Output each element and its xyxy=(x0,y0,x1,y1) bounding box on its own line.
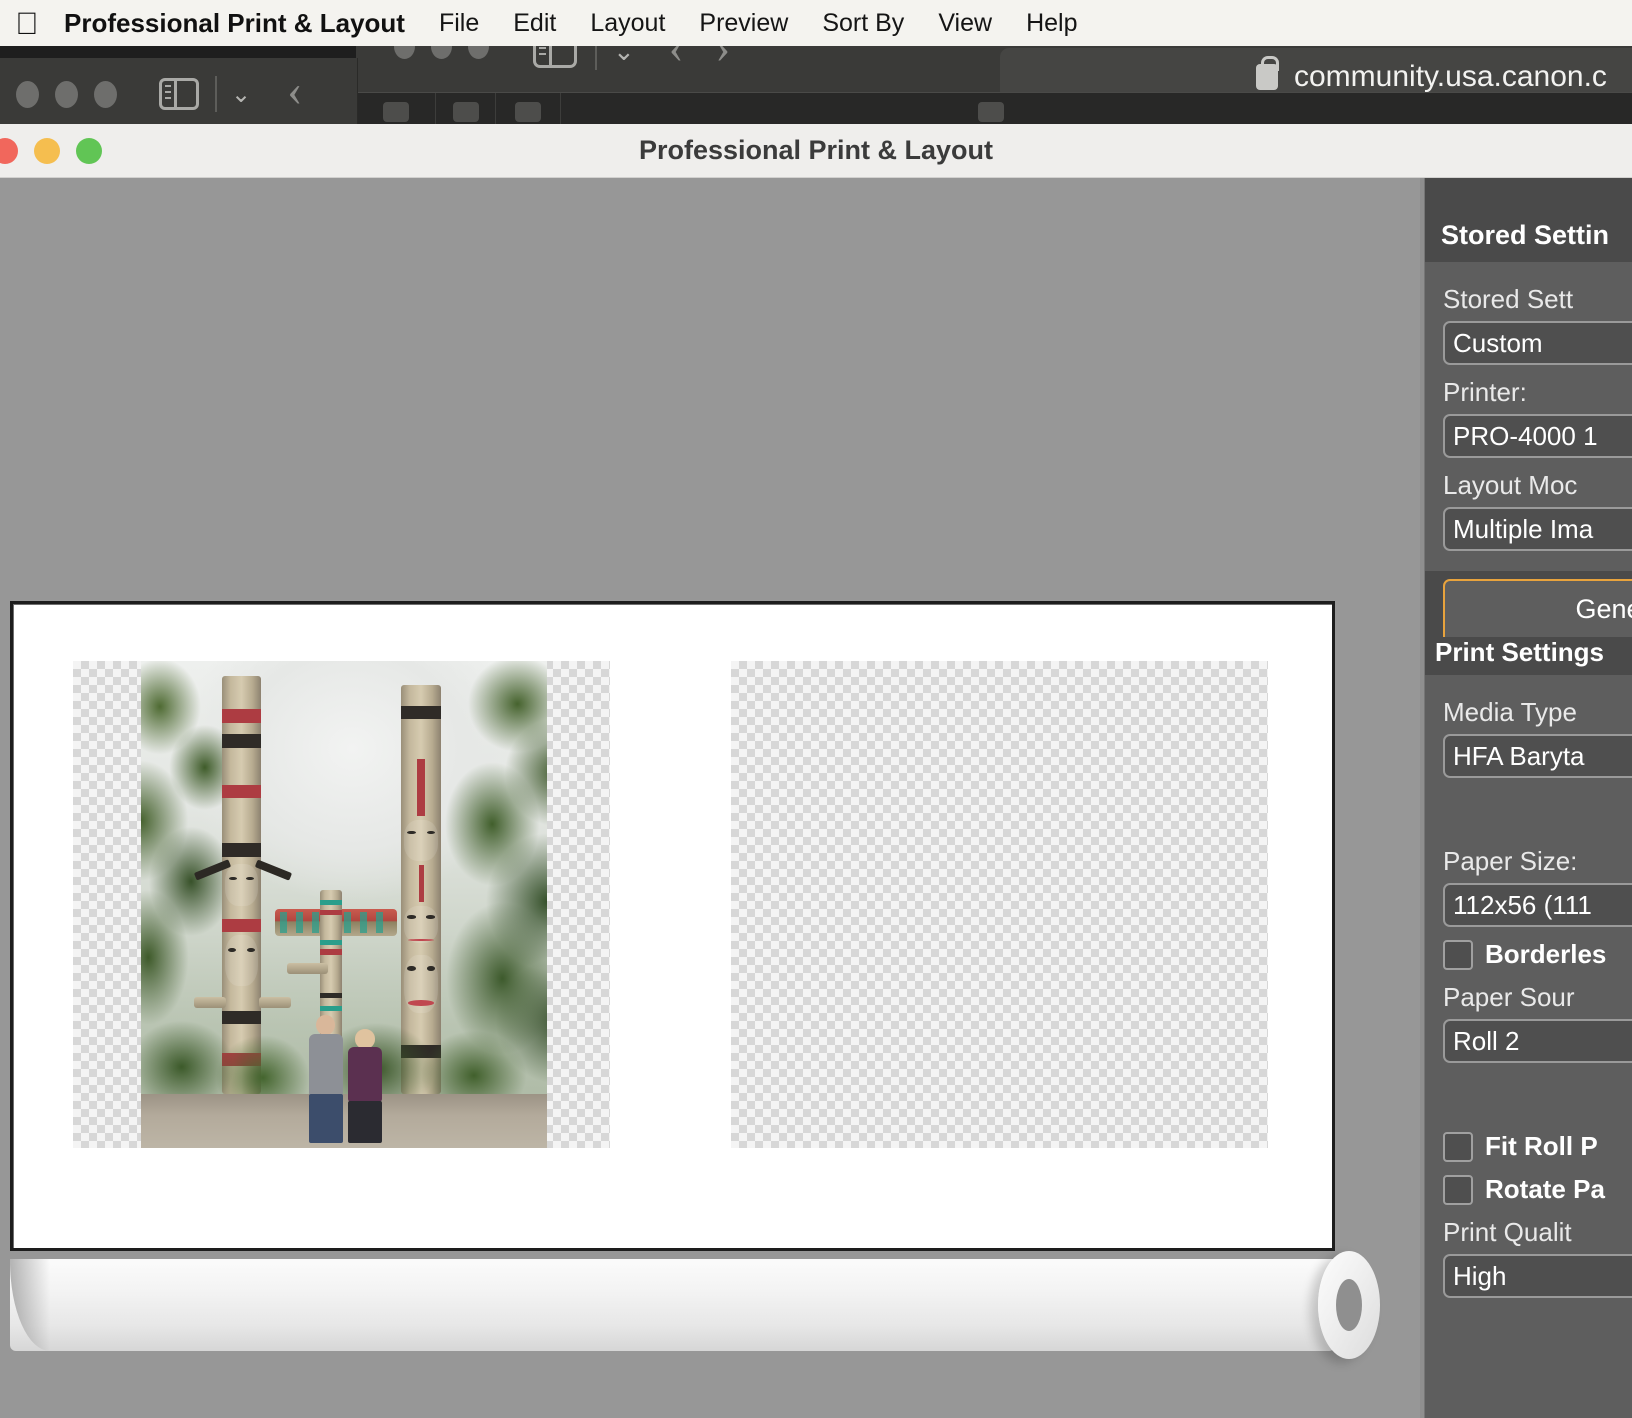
transparency-checkerboard xyxy=(731,661,1268,1148)
finder-close-button[interactable] xyxy=(16,81,39,108)
stored-settings-header: Stored Settin xyxy=(1425,208,1632,262)
borderless-label: Borderles xyxy=(1485,939,1606,970)
paper-source-select[interactable]: Roll 2 xyxy=(1443,1019,1632,1063)
menu-item-sort-by[interactable]: Sort By xyxy=(822,9,904,38)
tab-general[interactable]: Gener xyxy=(1443,579,1632,637)
finder-toolbar-divider xyxy=(215,76,217,112)
stored-settings-label: Stored Sett xyxy=(1425,272,1632,321)
finder-back-chevron-icon[interactable]: ‹ xyxy=(287,63,302,116)
paper-size-label: Paper Size: xyxy=(1425,834,1632,883)
printer-select[interactable]: PRO-4000 1 xyxy=(1443,414,1632,458)
address-bar-content[interactable]: community.usa.canon.c xyxy=(1256,60,1607,94)
rotate-paper-row[interactable]: Rotate Pa xyxy=(1425,1174,1632,1205)
finder-sidebar-lines-icon xyxy=(165,85,171,103)
borderless-row[interactable]: Borderles xyxy=(1425,939,1632,970)
paper-size-select[interactable]: 112x56 (111 xyxy=(1443,883,1632,927)
menu-item-preview[interactable]: Preview xyxy=(699,9,788,38)
fit-roll-paper-row[interactable]: Fit Roll P xyxy=(1425,1131,1632,1162)
layout-mode-select[interactable]: Multiple Ima xyxy=(1443,507,1632,551)
menu-item-edit[interactable]: Edit xyxy=(513,9,556,38)
print-quality-label: Print Qualit xyxy=(1425,1205,1632,1254)
lock-icon xyxy=(1256,64,1278,90)
address-bar-url: community.usa.canon.c xyxy=(1294,60,1607,94)
menu-item-file[interactable]: File xyxy=(439,9,479,38)
image-slot-2[interactable] xyxy=(731,661,1268,1148)
layout-mode-label: Layout Moc xyxy=(1425,458,1632,507)
app-body: Stored Settin Stored Sett Custom Printer… xyxy=(0,178,1632,1418)
totem-poles-photo[interactable] xyxy=(141,661,547,1148)
app-window: Professional Print & Layout xyxy=(0,124,1632,1418)
media-type-select[interactable]: HFA Baryta xyxy=(1443,734,1632,778)
media-type-label: Media Type xyxy=(1425,685,1632,734)
sidebar-top-strip xyxy=(1425,178,1632,208)
finder-traffic-lights[interactable] xyxy=(16,81,117,108)
paper-roll-end-cap xyxy=(1318,1251,1380,1359)
paper-roll xyxy=(10,1259,1335,1351)
fit-roll-paper-label: Fit Roll P xyxy=(1485,1131,1598,1162)
borderless-checkbox[interactable] xyxy=(1443,940,1473,970)
bookmark-icon[interactable] xyxy=(978,102,1004,122)
macos-menu-bar[interactable]:  Professional Print & Layout File Edit … xyxy=(0,0,1632,46)
print-preview-canvas[interactable] xyxy=(0,178,1420,1418)
bookmark-icon[interactable] xyxy=(515,102,541,122)
sidebar-tab-bar[interactable]: Gener xyxy=(1425,571,1632,629)
finder-zoom-button[interactable] xyxy=(94,81,117,108)
menu-app-name[interactable]: Professional Print & Layout xyxy=(64,8,405,39)
screen: ⌄ ‹ › community.usa.canon.c ⌄ xyxy=(0,0,1632,1418)
spacer xyxy=(1425,1063,1632,1119)
background-finder-window[interactable]: ⌄ ‹ xyxy=(0,58,358,130)
stored-settings-select[interactable]: Custom xyxy=(1443,321,1632,365)
settings-sidebar[interactable]: Stored Settin Stored Sett Custom Printer… xyxy=(1424,178,1632,1418)
app-title-bar[interactable]: Professional Print & Layout xyxy=(0,124,1632,178)
page-title: Professional Print & Layout xyxy=(0,135,1632,166)
apple-logo-icon[interactable]:  xyxy=(12,6,42,40)
bookmark-icon[interactable] xyxy=(383,102,409,122)
bookmark-icon[interactable] xyxy=(453,102,479,122)
photo-people xyxy=(303,997,392,1143)
paper-source-label: Paper Sour xyxy=(1425,970,1632,1019)
paper-roll-core-hole xyxy=(1336,1279,1362,1331)
rotate-paper-checkbox[interactable] xyxy=(1443,1175,1473,1205)
spacer xyxy=(1425,778,1632,834)
finder-minimize-button[interactable] xyxy=(55,81,78,108)
stored-settings-group: Stored Sett Custom Printer: PRO-4000 1 L… xyxy=(1425,262,1632,557)
printer-label: Printer: xyxy=(1425,365,1632,414)
image-slot-1[interactable] xyxy=(73,661,610,1148)
print-quality-select[interactable]: High xyxy=(1443,1254,1632,1298)
print-page-sheet[interactable] xyxy=(10,601,1335,1251)
photo-person-right xyxy=(348,1029,382,1143)
photo-person-left xyxy=(309,1015,343,1144)
finder-chevron-down-icon[interactable]: ⌄ xyxy=(231,80,251,109)
menu-item-layout[interactable]: Layout xyxy=(590,9,665,38)
paper-roll-shadow xyxy=(10,1259,50,1351)
menu-item-help[interactable]: Help xyxy=(1026,9,1077,38)
rotate-paper-label: Rotate Pa xyxy=(1485,1174,1605,1205)
finder-sidebar-toggle-icon[interactable] xyxy=(159,78,199,110)
fit-roll-paper-checkbox[interactable] xyxy=(1443,1132,1473,1162)
menu-item-view[interactable]: View xyxy=(938,9,992,38)
print-settings-group: Media Type HFA Baryta Paper Size: 112x56… xyxy=(1425,675,1632,1304)
